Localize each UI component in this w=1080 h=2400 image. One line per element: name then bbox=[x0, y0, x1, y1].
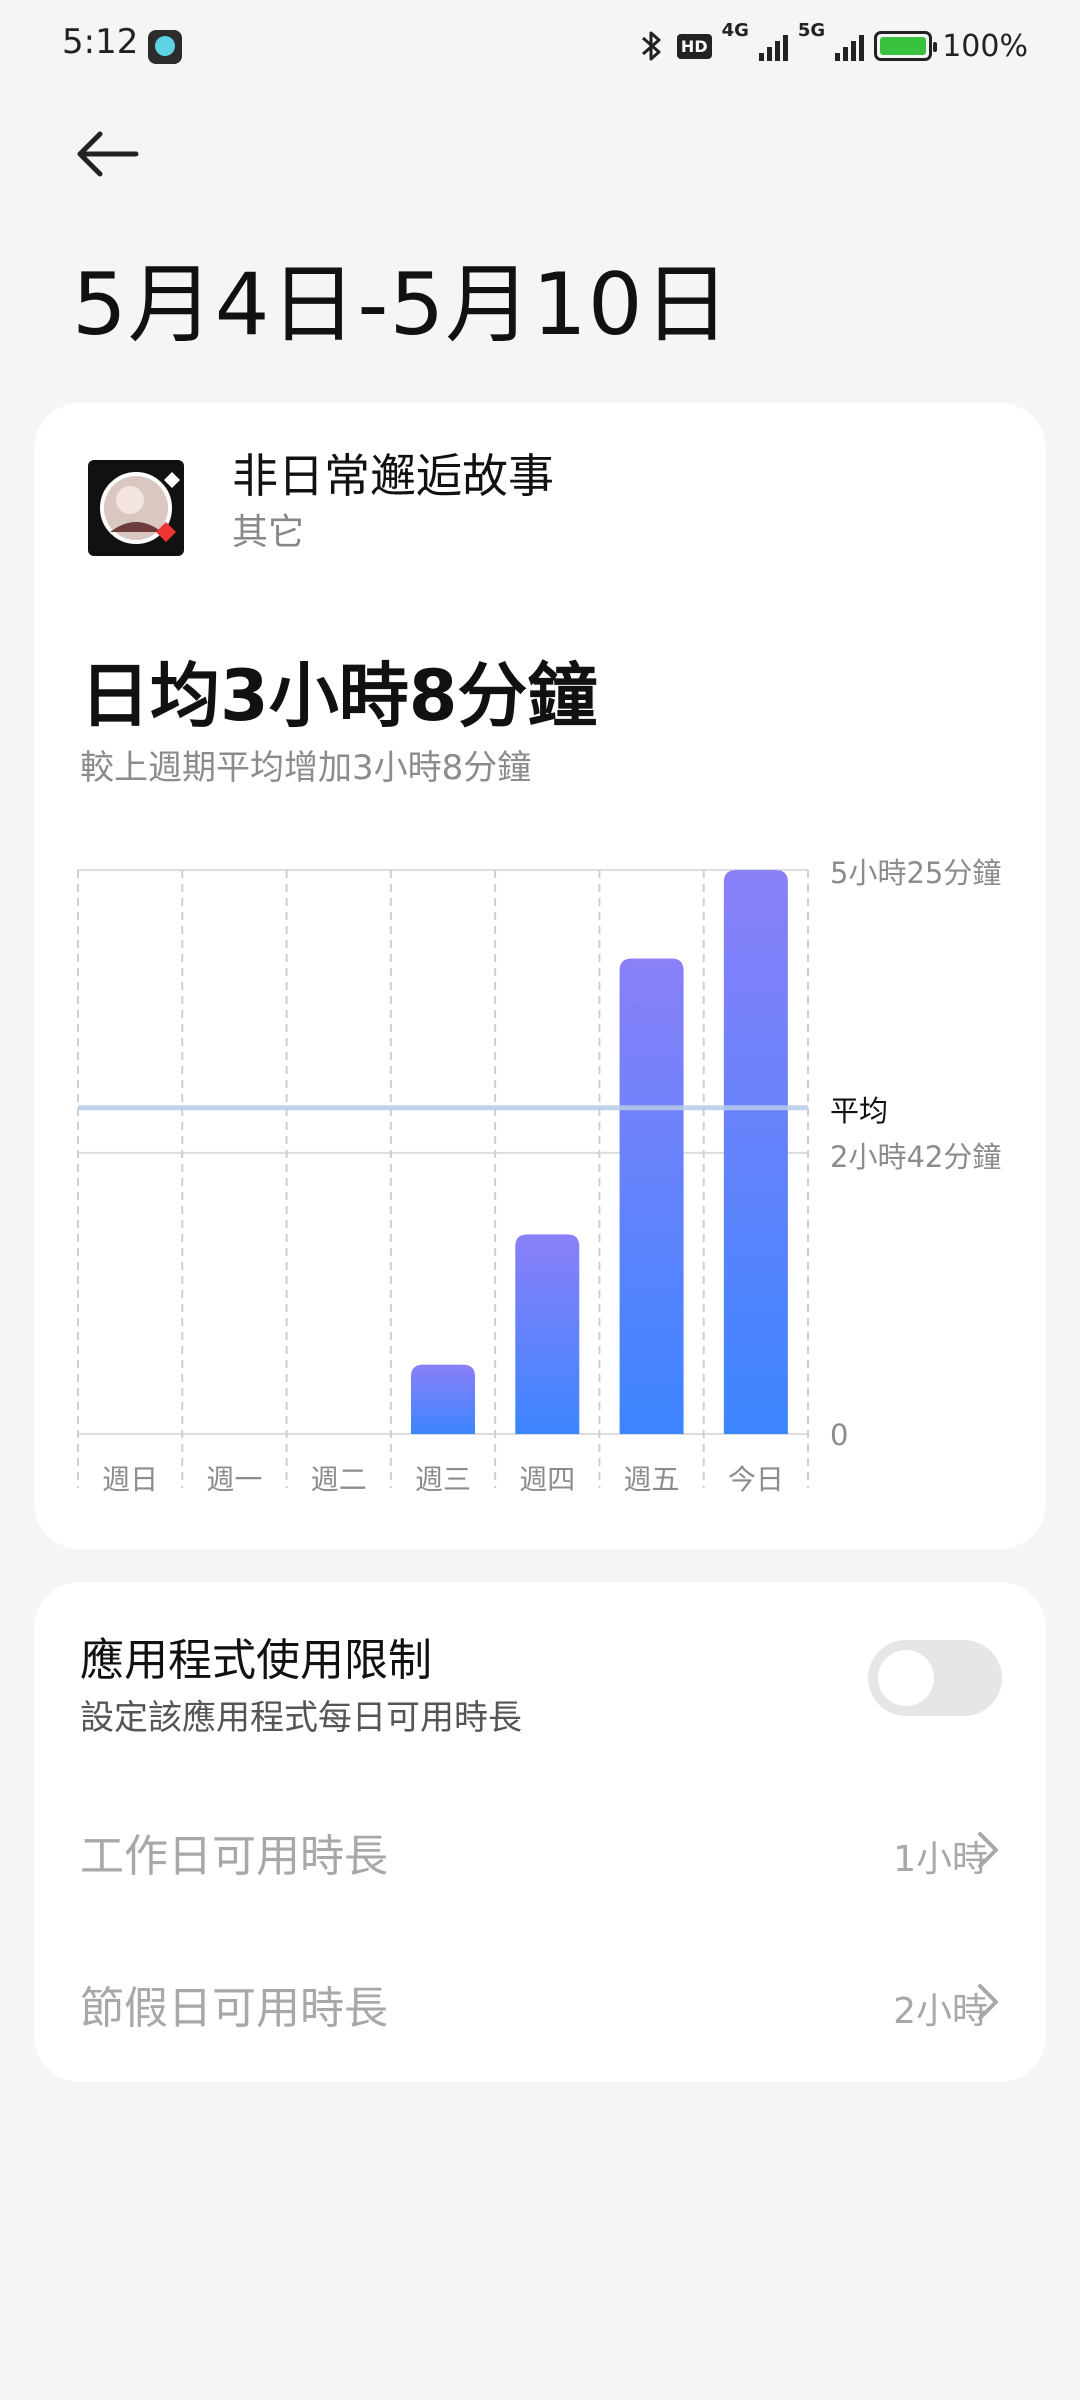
x-tick-label: 今日 bbox=[727, 1463, 784, 1496]
y-tick-zero: 0 bbox=[830, 1418, 849, 1452]
x-tick-label: 週五 bbox=[623, 1463, 680, 1496]
usage-limit-title: 應用程式使用限制 bbox=[80, 1635, 432, 1686]
usage-limit-toggle[interactable] bbox=[868, 1640, 1002, 1716]
chevron-right-icon bbox=[978, 1832, 998, 1868]
usage-bar-3[interactable] bbox=[411, 1364, 475, 1434]
holiday-limit-label: 節假日可用時長 bbox=[80, 1983, 388, 2034]
usage-bar-chart bbox=[77, 869, 809, 1488]
y-tick-max: 5小時25分鐘 bbox=[830, 856, 1002, 890]
x-tick-label: 週四 bbox=[519, 1463, 576, 1496]
x-tick-label: 週一 bbox=[206, 1463, 263, 1496]
x-tick-label: 週三 bbox=[414, 1463, 471, 1496]
weekday-limit-label: 工作日可用時長 bbox=[80, 1831, 388, 1882]
usage-bar-4[interactable] bbox=[515, 1234, 580, 1434]
usage-limit-subtitle: 設定該應用程式每日可用時長 bbox=[80, 1698, 522, 1738]
x-tick-label: 週日 bbox=[102, 1463, 159, 1496]
toggle-knob bbox=[878, 1650, 934, 1706]
average-label: 平均 bbox=[830, 1094, 889, 1128]
x-tick-label: 週二 bbox=[310, 1463, 367, 1496]
usage-bar-6[interactable] bbox=[723, 870, 788, 1434]
chevron-right-icon bbox=[978, 1984, 998, 2020]
y-tick-mid: 2小時42分鐘 bbox=[830, 1140, 1002, 1174]
usage-bar-5[interactable] bbox=[619, 958, 684, 1434]
